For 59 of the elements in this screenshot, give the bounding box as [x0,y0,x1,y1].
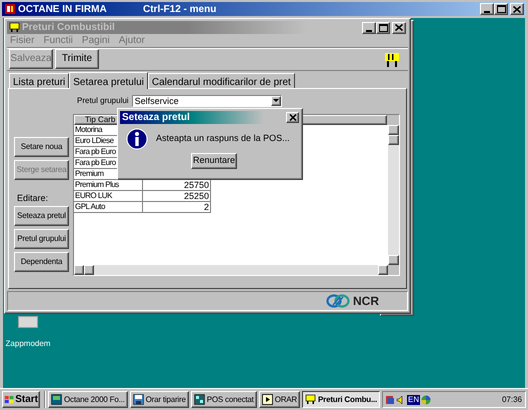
dropdown[interactable]: Selfservice [132,95,282,107]
clock: 07:36 [502,394,523,406]
caret-icon [272,99,279,103]
pump-icon [9,22,20,33]
minimize-button[interactable] [362,22,376,34]
tab[interactable]: Setarea pretului [69,72,148,89]
side-button[interactable]: Pretul grupului [14,229,69,249]
cancel-button[interactable]: Renuntare [191,153,237,169]
toolbar-button[interactable]: Trimite [55,49,99,69]
app-icon [4,3,16,15]
taskbar-button[interactable]: Preturi Combu... [302,391,380,408]
taskbar-button[interactable]: POS conectat [190,391,257,408]
close-button[interactable] [510,3,524,15]
side-button[interactable]: Dependenta [14,252,69,272]
window-title: Preturi Combustibil [22,21,116,35]
start-button[interactable]: Start [2,391,40,408]
taskbar-button[interactable]: ORAR [258,391,300,408]
close-icon [513,6,521,12]
network-icon [194,394,205,405]
pump-icon[interactable] [384,52,400,66]
side-button[interactable]: Seteaza pretul [14,206,69,226]
tab[interactable]: Lista preturi [9,73,70,88]
pump-icon [305,394,316,405]
taskbar-button[interactable]: Octane 2000 Fo... [48,391,128,408]
table-cell: 25250 [143,191,211,202]
maximize-button[interactable] [376,22,390,34]
floppy-icon [132,394,144,405]
close-button[interactable] [392,22,406,34]
maximize-icon [496,5,506,13]
dialog-message: Asteapta un raspuns de la POS... [156,132,290,146]
tray-icon[interactable] [421,394,432,404]
side-button[interactable]: Setare noua [14,137,69,157]
scrollbar[interactable] [74,265,388,275]
taskbar-button[interactable]: Orar tiparire [130,391,189,408]
close-icon [395,24,403,31]
desktop-icon-label[interactable]: Zappmodem [6,338,50,350]
field-label: Pretul grupului [77,95,129,107]
play-icon [262,394,273,405]
windows-logo-icon [4,394,14,405]
info-icon [126,128,148,150]
tab[interactable]: Calendarul modificarilor de pret [148,73,295,88]
maximize-button[interactable] [494,3,508,15]
logo-icon [326,294,350,308]
table-cell: GPL Auto [74,202,143,213]
scrollbar[interactable] [388,125,399,265]
minimize-icon [484,11,490,13]
section-label: Editare: [16,193,50,203]
language-indicator[interactable]: EN [407,394,420,404]
app-icon [51,394,62,405]
table-cell: EURO LUK [74,191,143,202]
table-cell: 2 [143,202,211,213]
minimize-button[interactable] [480,3,494,15]
minimize-icon [366,30,372,32]
shortcut-hint: Ctrl-F12 - menu [143,2,218,16]
window-title: OCTANE IN FIRMA [18,2,108,16]
tray-icon[interactable] [385,394,396,404]
logo-text: NCR [353,293,379,310]
close-button[interactable] [286,112,299,123]
maximize-icon [378,24,388,32]
